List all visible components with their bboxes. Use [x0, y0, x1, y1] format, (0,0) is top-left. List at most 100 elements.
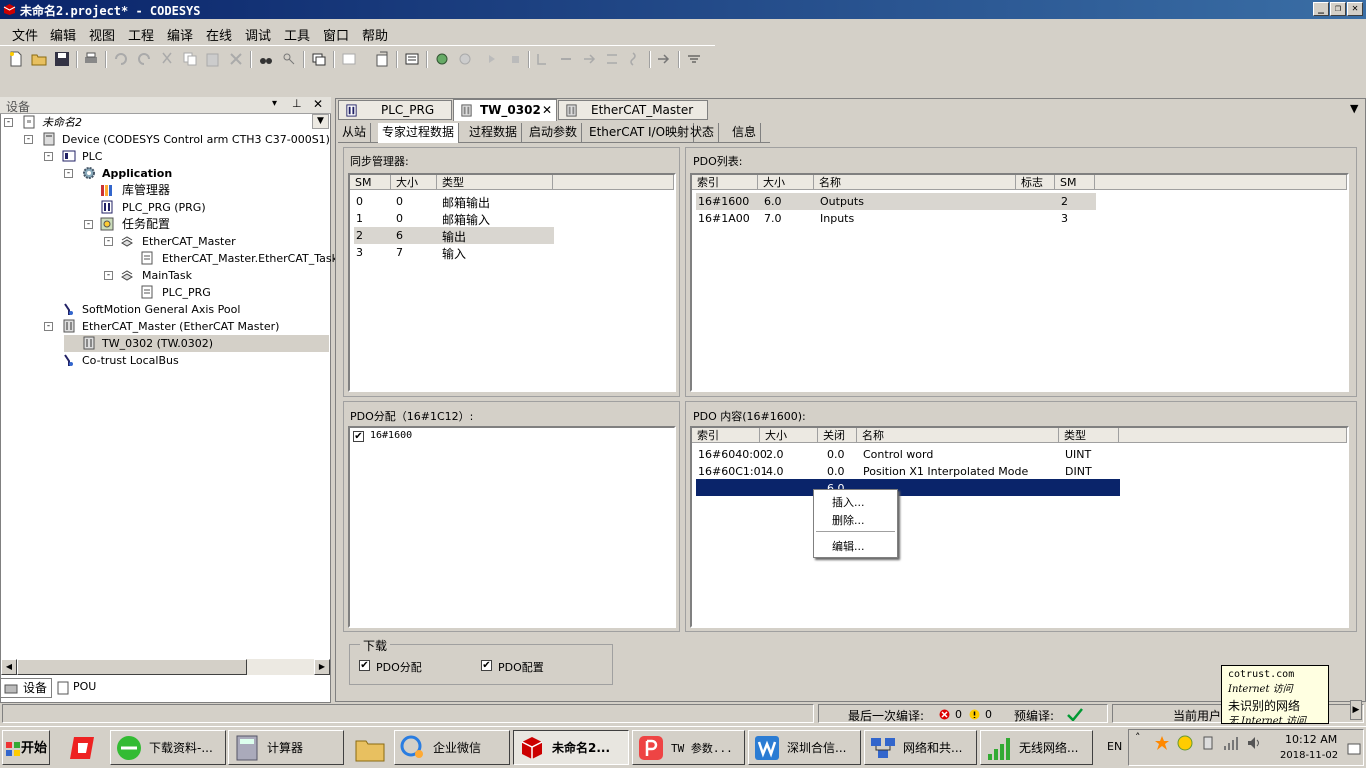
taskbar-pdf[interactable]: TW 参数... — [632, 730, 745, 765]
scroll-left-icon[interactable]: ◀ — [1, 659, 17, 675]
cut-icon[interactable] — [159, 51, 175, 67]
pdo-config-download-checkbox[interactable]: ✔ — [481, 660, 492, 671]
cursor-step-icon[interactable] — [604, 51, 620, 67]
col-sm[interactable]: SM — [1055, 175, 1095, 190]
pdo-list-table[interactable]: 索引 大小 名称 标志 SM 16#1600 6.0 Outputs 2 16#… — [690, 173, 1349, 392]
grid-icon[interactable] — [341, 51, 357, 67]
tree-item-plc[interactable]: - PLC — [44, 148, 329, 165]
content-size-cell[interactable]: 2.0 — [766, 448, 784, 461]
size-cell[interactable]: 6 — [396, 229, 403, 242]
subtab-io-mapping[interactable]: EtherCAT I/O映射 — [585, 123, 695, 143]
editor-tab-tw0302[interactable]: TW_0302 ✕ — [453, 99, 557, 121]
restore-button[interactable]: ❐ — [1330, 2, 1346, 16]
type-cell[interactable]: 邮箱输入 — [442, 211, 490, 228]
type-cell[interactable]: 输出 — [442, 228, 466, 245]
tray-network-icon[interactable] — [1223, 735, 1239, 751]
panel-dropdown-icon[interactable]: ▾ — [272, 98, 277, 109]
step-out-icon[interactable] — [581, 51, 597, 67]
taskbar-download[interactable]: 下载资料-... — [110, 730, 226, 765]
tree-item-tw0302[interactable]: TW_0302 (TW.0302) — [64, 335, 329, 352]
col-offset[interactable]: 关闭 — [818, 428, 857, 443]
stop-icon[interactable] — [507, 51, 523, 67]
tab-close-icon[interactable]: ✕ — [542, 103, 552, 117]
size-cell[interactable]: 0 — [396, 195, 403, 208]
tree-item-localbus[interactable]: Co-trust LocalBus — [44, 352, 329, 369]
subtab-info[interactable]: 信息 — [728, 123, 762, 143]
taskbar-network[interactable]: 网络和共... — [864, 730, 977, 765]
taskbar-calculator[interactable]: 计算器 — [228, 730, 344, 765]
col-name[interactable]: 名称 — [857, 428, 1059, 443]
panel-close-icon[interactable]: ✕ — [313, 97, 323, 111]
delete-icon[interactable] — [228, 51, 244, 67]
col-size[interactable]: 大小 — [760, 428, 818, 443]
sm-cell[interactable]: 0 — [356, 195, 363, 208]
tray-volume-icon[interactable] — [1246, 735, 1262, 751]
pdo-index-cell[interactable]: 16#1A00 — [698, 212, 750, 225]
context-menu-edit[interactable]: 编辑... — [832, 538, 865, 554]
clock-date[interactable]: 2018-11-02 — [1280, 750, 1338, 761]
content-type-cell[interactable]: DINT — [1065, 465, 1092, 478]
content-offset-cell[interactable]: 0.0 — [827, 465, 845, 478]
tray-star-icon[interactable] — [1154, 735, 1170, 751]
sync-manager-table[interactable]: SM 大小 类型 0 0 邮箱输出 1 0 邮箱输入 2 6 输出 3 7 输入 — [348, 173, 676, 392]
pdo-sm-cell[interactable]: 2 — [1061, 195, 1068, 208]
pdo-content-table[interactable]: 索引 大小 关闭 名称 类型 16#6040:00 2.0 0.0 Contro… — [690, 426, 1349, 628]
tree-item-project[interactable]: - 未命名2 — [4, 114, 304, 131]
action-center-icon[interactable] — [1347, 742, 1361, 756]
menu-file[interactable]: 文件 — [12, 25, 38, 44]
sm-cell[interactable]: 1 — [356, 212, 363, 225]
pdo-size-cell[interactable]: 6.0 — [764, 195, 782, 208]
col-sm[interactable]: SM — [350, 175, 391, 190]
scroll-thumb[interactable] — [17, 659, 247, 675]
paste-icon[interactable] — [205, 51, 221, 67]
clock-time[interactable]: 10:12 AM — [1285, 733, 1337, 746]
type-cell[interactable]: 输入 — [442, 245, 466, 262]
context-menu-insert[interactable]: 插入... — [832, 494, 865, 510]
minimize-button[interactable]: _ — [1313, 2, 1329, 16]
pdo-size-cell[interactable]: 7.0 — [764, 212, 782, 225]
tab-pou[interactable]: POU — [53, 678, 103, 698]
menu-tools[interactable]: 工具 — [284, 25, 310, 44]
file-explorer-icon[interactable] — [354, 733, 386, 765]
col-name[interactable]: 名称 — [814, 175, 1016, 190]
page-icon[interactable] — [374, 51, 390, 67]
col-index[interactable]: 索引 — [692, 428, 760, 443]
menu-view[interactable]: 视图 — [89, 25, 115, 44]
content-name-cell[interactable]: Position X1 Interpolated Mode — [863, 465, 1028, 478]
pdo-assign-checkbox[interactable]: ✔ — [353, 431, 364, 442]
close-button[interactable]: ✕ — [1347, 2, 1363, 16]
content-name-cell[interactable]: Control word — [863, 448, 933, 461]
save-icon[interactable] — [54, 51, 70, 67]
tree-item-application[interactable]: - Application — [64, 165, 329, 182]
content-type-cell[interactable]: UINT — [1065, 448, 1091, 461]
replace-icon[interactable] — [281, 51, 297, 67]
subtab-startup-params[interactable]: 启动参数 — [525, 123, 583, 143]
step-over-icon[interactable] — [535, 51, 551, 67]
scroll-right-icon[interactable]: ▶ — [314, 659, 330, 675]
pdo-assign-label[interactable]: 16#1600 — [370, 430, 412, 441]
sm-cell[interactable]: 2 — [356, 229, 363, 242]
menu-edit[interactable]: 编辑 — [50, 25, 76, 44]
taskbar-codesys[interactable]: 未命名2... — [513, 730, 629, 765]
editor-tab-ethercat-master[interactable]: EtherCAT_Master — [558, 100, 708, 120]
redo-icon[interactable] — [136, 51, 152, 67]
build-icon[interactable] — [404, 51, 420, 67]
context-menu-delete[interactable]: 删除... — [832, 512, 865, 528]
tree-item-ethercat-master-task[interactable]: - EtherCAT_Master — [104, 233, 329, 250]
step-into-icon[interactable] — [558, 51, 574, 67]
col-type[interactable]: 类型 — [1059, 428, 1119, 443]
col-type[interactable]: 类型 — [437, 175, 553, 190]
selected-empty-row[interactable] — [696, 479, 1120, 496]
tray-device-icon[interactable] — [1200, 735, 1216, 751]
logout-icon[interactable] — [457, 51, 473, 67]
tree-horizontal-scrollbar[interactable]: ◀ ▶ — [1, 659, 330, 675]
menu-window[interactable]: 窗口 — [323, 25, 349, 44]
copy-icon[interactable] — [182, 51, 198, 67]
pdo-name-cell[interactable]: Inputs — [820, 212, 854, 225]
undo-icon[interactable] — [113, 51, 129, 67]
pin-icon[interactable]: ⊥ — [292, 97, 302, 110]
taskbar-wireless[interactable]: 无线网络... — [980, 730, 1093, 765]
tree-dropdown-button[interactable]: ▼ — [312, 114, 329, 129]
col-index[interactable]: 索引 — [692, 175, 758, 190]
menu-project[interactable]: 工程 — [128, 25, 154, 44]
